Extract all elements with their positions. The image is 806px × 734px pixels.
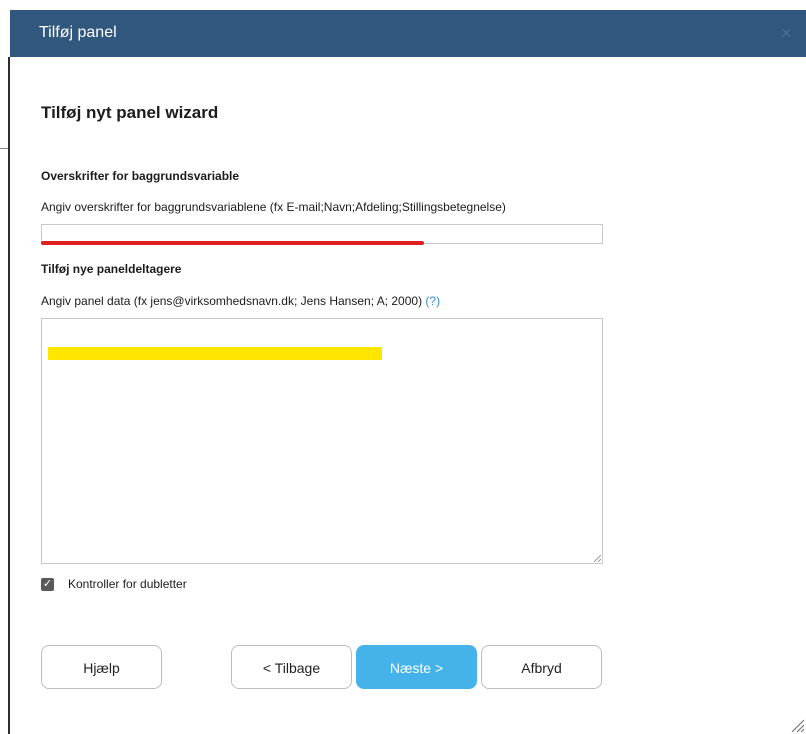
- duplicate-check-checkbox[interactable]: ✓: [41, 578, 54, 591]
- red-underline-annotation: [41, 241, 424, 245]
- participants-section-label: Tilføj nye paneldeltagere: [41, 262, 182, 276]
- help-button[interactable]: Hjælp: [41, 645, 162, 689]
- resize-grip-icon[interactable]: [593, 554, 601, 562]
- participants-hint-text: Angiv panel data (fx jens@virksomhedsnav…: [41, 294, 423, 308]
- close-icon[interactable]: ×: [781, 23, 792, 44]
- window-edge: [8, 57, 10, 734]
- participants-hint: Angiv panel data (fx jens@virksomhedsnav…: [41, 294, 440, 308]
- window-resize-icon[interactable]: [790, 718, 804, 732]
- next-button[interactable]: Næste >: [356, 645, 477, 689]
- divider: [0, 148, 8, 149]
- dialog-title: Tilføj panel: [39, 24, 117, 41]
- background-hint: Angiv overskrifter for baggrundsvariable…: [41, 200, 506, 214]
- wizard-heading: Tilføj nyt panel wizard: [41, 103, 219, 122]
- background-section-label: Overskrifter for baggrundsvariable: [41, 169, 240, 183]
- back-button[interactable]: < Tilbage: [231, 645, 352, 689]
- help-link[interactable]: (?): [425, 294, 440, 308]
- cancel-button[interactable]: Afbryd: [481, 645, 602, 689]
- yellow-highlight-annotation: [48, 347, 382, 360]
- duplicate-check-label: Kontroller for dubletter: [68, 577, 187, 591]
- dialog-titlebar: Tilføj panel ×: [10, 10, 806, 57]
